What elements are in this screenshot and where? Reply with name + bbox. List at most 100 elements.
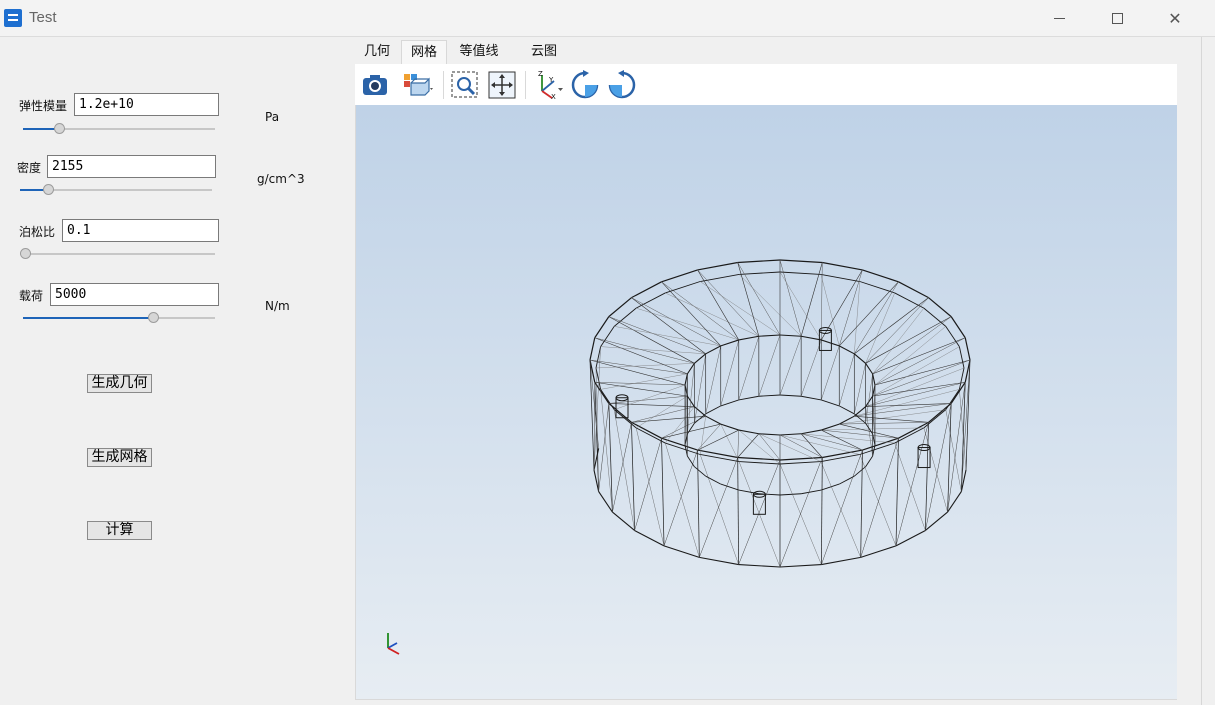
mesh-edge [872, 346, 960, 397]
mesh-edge [697, 429, 739, 451]
mesh-edge [631, 281, 662, 299]
mesh-edge [636, 307, 739, 341]
mesh-edge [737, 430, 740, 458]
mesh-edge [699, 556, 739, 566]
close-button[interactable]: ✕ [1146, 0, 1204, 36]
load-input[interactable]: 5000 [50, 283, 219, 306]
mesh-edge [720, 399, 739, 407]
mesh-edge [839, 475, 855, 485]
poisson-input[interactable]: 0.1 [62, 219, 219, 242]
zoom-fit-icon[interactable] [449, 69, 481, 101]
mesh-edge [779, 456, 823, 461]
mesh-edge [720, 339, 739, 406]
mesh-edge [872, 381, 966, 397]
mesh-edge [800, 339, 822, 397]
slider-handle[interactable] [148, 312, 159, 323]
mesh-edge [860, 450, 863, 558]
mesh-edge [854, 281, 899, 354]
rotate-ccw-icon[interactable] [606, 69, 638, 101]
mesh-edge [738, 335, 759, 341]
slider-handle[interactable] [54, 123, 65, 134]
modulus-slider[interactable] [23, 123, 215, 134]
viewer-toolbar: ZY X [355, 64, 1177, 105]
mesh-edge [594, 382, 686, 386]
3d-viewport[interactable] [355, 105, 1177, 700]
mesh-edge [862, 437, 899, 451]
density-slider[interactable] [20, 184, 212, 195]
mesh-edge [779, 394, 802, 397]
mesh-edge [860, 438, 899, 558]
window-border [1201, 37, 1202, 705]
mesh-edge [697, 269, 740, 341]
mesh-edge [839, 405, 855, 415]
mesh-edge [821, 345, 840, 401]
tab-cloud[interactable]: 云图 [522, 40, 566, 64]
mesh-edge [895, 529, 926, 547]
tab-contour[interactable]: 等值线 [449, 40, 509, 64]
mesh-edge [779, 271, 821, 275]
compute-button[interactable]: 计算 [87, 521, 152, 540]
mesh-edge [700, 273, 740, 282]
mesh-edge [822, 261, 863, 271]
mesh-edge [705, 405, 721, 415]
mesh-edge [865, 316, 952, 364]
mesh-edge [945, 326, 960, 347]
mesh-edge [697, 450, 700, 558]
maximize-button[interactable] [1088, 0, 1146, 36]
title-bar[interactable]: Test ✕ [0, 0, 1215, 37]
generate-mesh-button[interactable]: 生成网格 [87, 448, 152, 467]
mesh-edge [663, 545, 700, 558]
mesh-edge [739, 461, 781, 465]
slider-handle[interactable] [20, 248, 31, 259]
mesh-edge [874, 326, 946, 386]
tab-mesh[interactable]: 网格 [401, 40, 447, 64]
tab-geometry[interactable]: 几何 [355, 40, 399, 64]
mesh-edge [779, 493, 802, 496]
mesh-edge [720, 483, 739, 491]
mesh-edge [859, 454, 897, 546]
mesh-edge [737, 259, 781, 264]
mesh-edge [758, 433, 781, 436]
minimize-button[interactable] [1030, 0, 1088, 36]
mesh-edge [820, 454, 860, 463]
density-input[interactable]: 2155 [47, 155, 216, 178]
mesh-edge [612, 422, 632, 513]
mesh-edge [697, 269, 760, 337]
mesh-edge [700, 454, 740, 463]
mesh-edge [598, 403, 610, 492]
x-axis-label: X [551, 93, 556, 101]
mesh-edge [801, 429, 822, 435]
mesh-edge [821, 339, 840, 347]
close-icon: ✕ [1168, 8, 1182, 28]
main-window: Test ✕ 弹性模量 1.2e+10 Pa 密度 2155 g/cm^3 泊松… [0, 0, 1215, 705]
mesh-edge [779, 334, 802, 337]
modulus-input[interactable]: 1.2e+10 [74, 93, 219, 116]
mesh-edge [821, 399, 840, 407]
mesh-edge [898, 281, 929, 299]
mesh-edge [821, 556, 861, 566]
mesh-edge [694, 353, 707, 364]
mesh-edge [854, 297, 929, 355]
mesh-edge [665, 292, 759, 337]
slider-handle[interactable] [43, 184, 54, 195]
mesh-edge [945, 409, 962, 492]
rotate-cw-icon[interactable] [569, 69, 601, 101]
mesh-edge [738, 564, 781, 568]
mesh-edge [839, 423, 899, 439]
mesh-edge [838, 345, 855, 355]
mesh-edge [608, 403, 695, 407]
axis-orientation-icon[interactable]: ZY X [532, 69, 564, 101]
camera-icon[interactable] [359, 69, 391, 101]
mesh-edge [594, 337, 695, 364]
mesh-edge [898, 421, 929, 439]
pan-fit-icon[interactable] [486, 69, 518, 101]
view-cube-icon[interactable] [401, 69, 433, 101]
poisson-slider[interactable] [20, 248, 215, 259]
generate-geometry-button[interactable]: 生成几何 [87, 374, 152, 393]
mesh-edge [705, 415, 722, 425]
mesh-edge [894, 292, 925, 309]
load-slider[interactable] [23, 312, 215, 323]
y-axis-label: Y [548, 76, 554, 84]
mesh-edge [661, 438, 665, 546]
mesh-edge [594, 337, 688, 375]
